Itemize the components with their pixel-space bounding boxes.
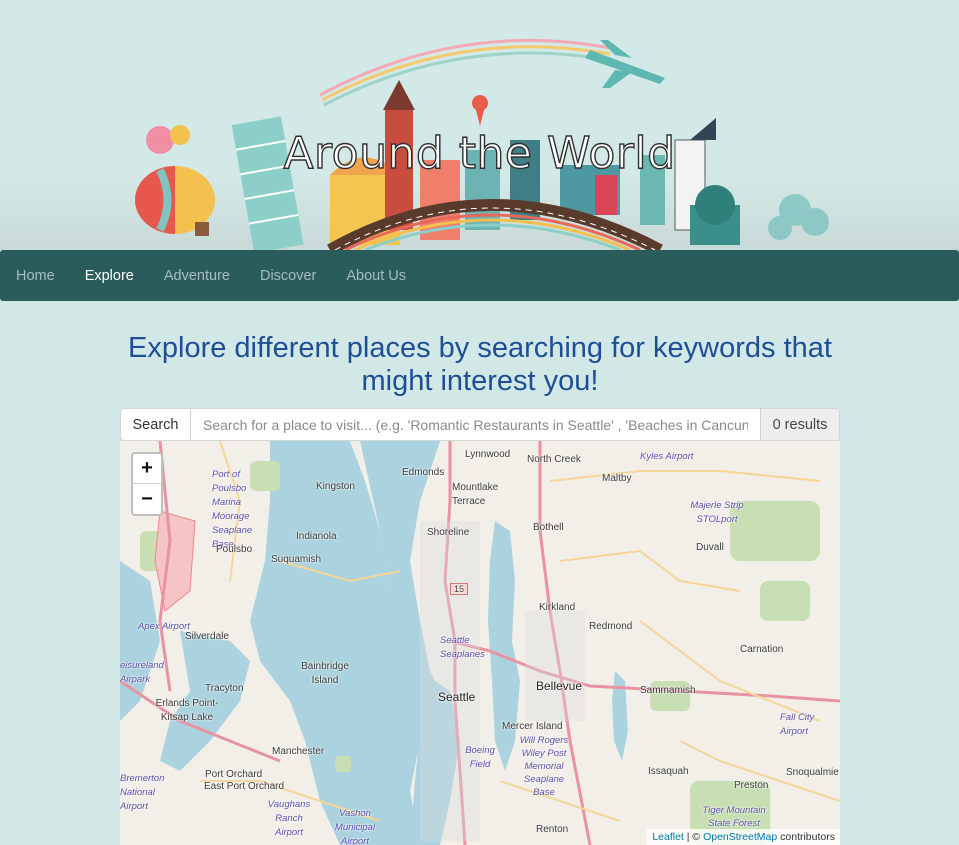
map-label-kyles-airport: Kyles Airport [640,451,694,462]
map-label-issaquah: Issaquah [648,766,689,777]
map-label-carnation: Carnation [740,644,784,655]
map-label-vashon: Vashon Municipal Airport [334,808,376,845]
map-label-bainbridge: Bainbridge Island [301,661,349,686]
map-label-poulsbo: Poulsbo [216,544,253,555]
map-label-vaughans: Vaughans Ranch Airport [267,799,311,838]
map-label-east-port-orchard: East Port Orchard [204,781,285,792]
map-label-port-of-poulsbo: Port of Poulsbo Marina Moorage Seaplane … [212,469,253,550]
map-label-duvall: Duvall [696,542,724,553]
map-zoom-control: + − [131,452,163,516]
map-label-maltby: Maltby [602,473,632,484]
map-label-leisureland: eisureland Airpark [120,660,164,685]
map-label-north-creek: North Creek [527,454,581,465]
map-label-bothell: Bothell [533,522,564,533]
map-label-kirkland: Kirkland [539,602,576,613]
map-label-edmonds: Edmonds [402,467,445,478]
map-label-renton: Renton [536,824,569,835]
cloud-icon [768,194,829,240]
main-navbar: Home Explore Adventure Discover About Us [0,250,959,301]
map-label-tiger-mountain: Tiger Mountain State Forest [702,805,766,829]
site-banner: Around the World [0,0,959,250]
nav-explore[interactable]: Explore [85,268,134,284]
map-label-bellevue: Bellevue [536,679,583,693]
map-view[interactable]: Lynnwood North Creek Kyles Airport Port … [120,441,840,845]
nav-discover[interactable]: Discover [260,268,316,284]
search-input[interactable] [191,409,760,440]
map-label-seattle: Seattle [438,690,476,704]
nav-adventure[interactable]: Adventure [164,268,230,284]
site-title: Around the World [283,127,676,179]
attribution-separator: | © [683,831,704,843]
map-label-port-orchard: Port Orchard [205,769,263,780]
map-label-snoqualmie: Snoqualmie [786,767,839,778]
map-label-sammamish: Sammamish [640,685,696,696]
search-bar: Search 0 results [120,408,840,441]
nav-home[interactable]: Home [16,268,55,284]
map-label-fall-city: Fall City Airport [780,712,815,737]
map-label-majerle: Majerle Strip STOLport [690,500,744,525]
openstreetmap-link[interactable]: OpenStreetMap [703,831,777,843]
page-headline: Explore different places by searching fo… [128,332,832,397]
map-label-mercer-island: Mercer Island [502,721,563,732]
map-label-erlands: Erlands Point-Kitsap Lake [155,698,219,723]
map-label-lynnwood: Lynnwood [465,449,511,460]
map-label-indianola: Indianola [296,531,337,542]
leaflet-link[interactable]: Leaflet [652,831,684,843]
map-label-boeing-field: Boeing Field [465,745,495,770]
map-label-apex-airport: Apex Airport [138,621,190,632]
map-label-mountlake: Mountlake Terrace [452,482,499,507]
map-label-tracyton: Tracyton [205,683,244,694]
map-label-suquamish: Suquamish [271,554,322,565]
map-label-seattle-seaplanes: Seattle Seaplanes [440,635,485,660]
zoom-in-button[interactable]: + [133,454,161,484]
map-label-bremerton-airport: Bremerton National Airport [120,773,165,812]
attribution-suffix: contributors [777,831,835,843]
map-label-kingston: Kingston [316,481,355,492]
map-label-manchester: Manchester [272,746,325,757]
banner-illustration [135,38,829,250]
map-label-will-rogers: Will Rogers Wiley Post Memorial Seaplane… [519,735,569,798]
map-attribution: Leaflet | © OpenStreetMap contributors [647,829,840,845]
map-label-preston: Preston [734,780,769,791]
results-count: 0 results [760,409,839,440]
nav-about-us[interactable]: About Us [346,268,406,284]
map-label-redmond: Redmond [589,621,633,632]
map-label-silverdale: Silverdale [185,631,229,642]
search-button[interactable]: Search [121,409,191,440]
zoom-out-button[interactable]: − [133,484,161,514]
map-label-i15: 15 [450,583,469,595]
map-label-shoreline: Shoreline [427,527,470,538]
